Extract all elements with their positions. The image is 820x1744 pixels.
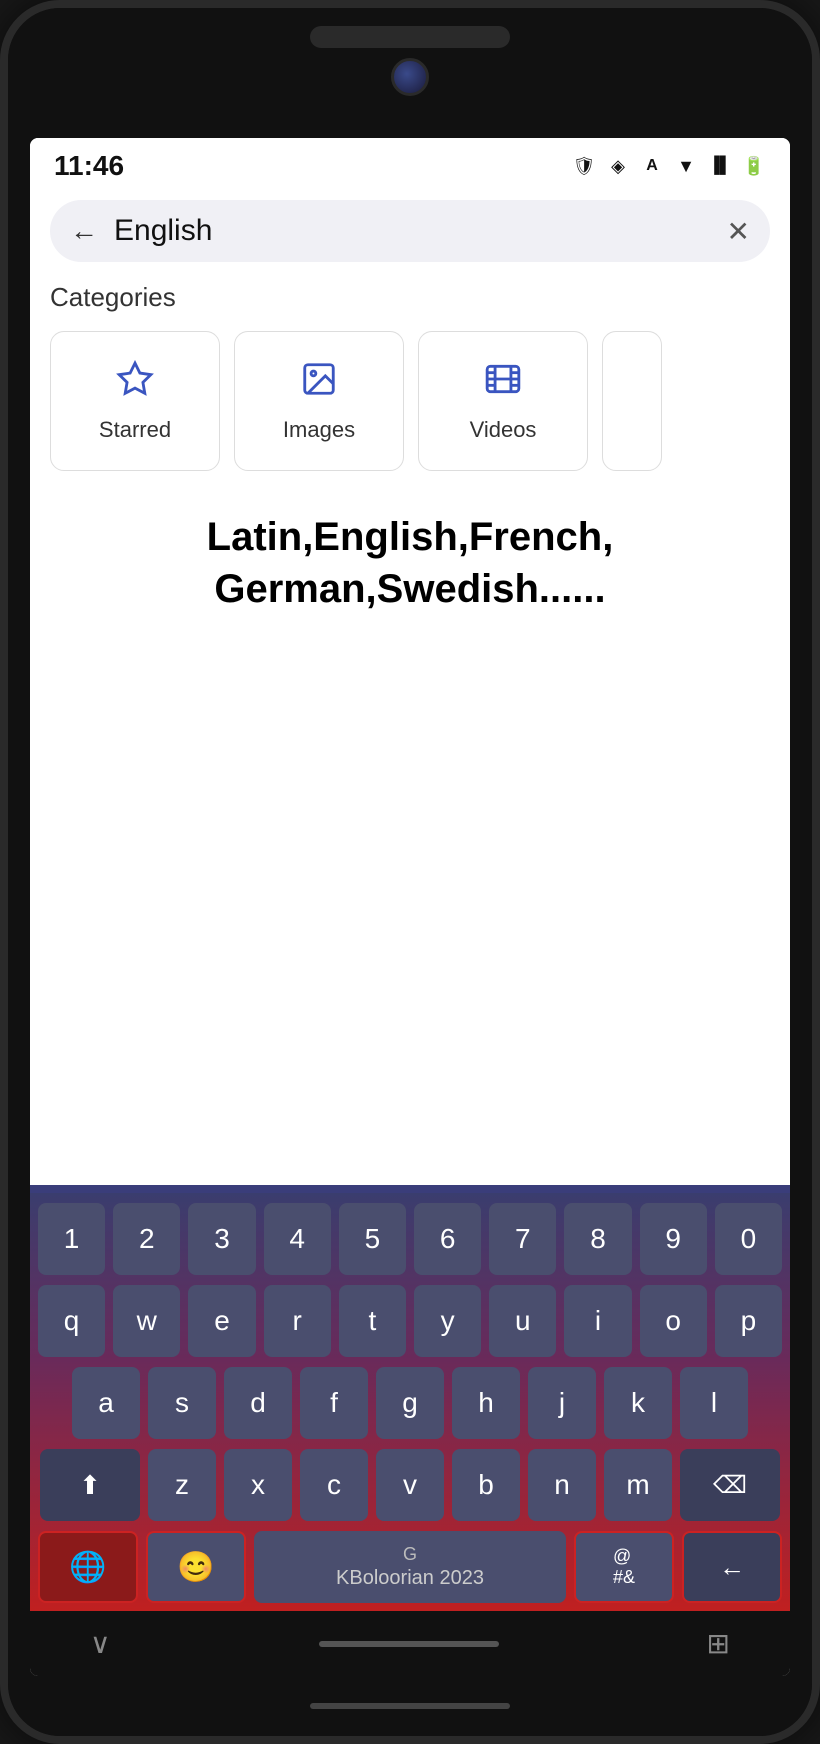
key-l[interactable]: l	[680, 1367, 748, 1439]
key-w[interactable]: w	[113, 1285, 180, 1357]
emoji-key[interactable]: 😊	[146, 1531, 246, 1603]
key-i[interactable]: i	[564, 1285, 631, 1357]
battery-icon: 🔋	[742, 154, 766, 178]
key-m[interactable]: m	[604, 1449, 672, 1521]
key-q[interactable]: q	[38, 1285, 105, 1357]
key-d[interactable]: d	[224, 1367, 292, 1439]
category-starred[interactable]: Starred	[50, 331, 220, 471]
backspace-key[interactable]: ⌫	[680, 1449, 780, 1521]
number-row: 1 2 3 4 5 6 7 8 9 0	[38, 1203, 782, 1275]
key-z[interactable]: z	[148, 1449, 216, 1521]
key-7[interactable]: 7	[489, 1203, 556, 1275]
key-j[interactable]: j	[528, 1367, 596, 1439]
clear-button[interactable]: ✕	[727, 215, 750, 248]
key-t[interactable]: t	[339, 1285, 406, 1357]
key-3[interactable]: 3	[188, 1203, 255, 1275]
back-button[interactable]: ←	[70, 215, 98, 247]
key-0[interactable]: 0	[715, 1203, 782, 1275]
camera	[391, 58, 429, 96]
key-h[interactable]: h	[452, 1367, 520, 1439]
key-6[interactable]: 6	[414, 1203, 481, 1275]
phone-screen: 11:46 🛡 ◈ A ▼ ▐▌ 🔋 ← English ✕ Categorie…	[30, 138, 790, 1676]
camera-area	[391, 58, 429, 96]
key-f[interactable]: f	[300, 1367, 368, 1439]
key-r[interactable]: r	[264, 1285, 331, 1357]
key-g[interactable]: g	[376, 1367, 444, 1439]
star-icon	[116, 360, 154, 407]
a-row: a s d f g h j k l	[38, 1367, 782, 1439]
key-c[interactable]: c	[300, 1449, 368, 1521]
key-4[interactable]: 4	[264, 1203, 331, 1275]
globe-key[interactable]: 🌐	[38, 1531, 138, 1603]
category-images-label: Images	[283, 417, 355, 443]
key-5[interactable]: 5	[339, 1203, 406, 1275]
z-row: ⬆ z x c v b n m ⌫	[38, 1449, 782, 1521]
shield-icon: 🛡	[572, 154, 596, 178]
category-videos[interactable]: Videos	[418, 331, 588, 471]
image-icon	[300, 360, 338, 407]
key-9[interactable]: 9	[640, 1203, 707, 1275]
signal-icon: ▐▌	[708, 154, 732, 178]
key-e[interactable]: e	[188, 1285, 255, 1357]
categories-row: Starred Images	[50, 331, 770, 471]
speaker	[310, 26, 510, 48]
video-icon	[484, 360, 522, 407]
status-bar: 11:46 🛡 ◈ A ▼ ▐▌ 🔋	[30, 138, 790, 190]
search-query[interactable]: English	[114, 214, 711, 248]
enter-key[interactable]: ←	[682, 1531, 782, 1603]
shift-key[interactable]: ⬆	[40, 1449, 140, 1521]
categories-label: Categories	[50, 282, 770, 313]
location-icon: ◈	[606, 154, 630, 178]
nav-grid-icon[interactable]: ⊞	[707, 1627, 730, 1660]
key-b[interactable]: b	[452, 1449, 520, 1521]
main-content: Categories Starred	[30, 262, 790, 1185]
category-images[interactable]: Images	[234, 331, 404, 471]
keyboard-top-border	[30, 1185, 790, 1193]
keyboard: 1 2 3 4 5 6 7 8 9 0 q w e r t y u i	[30, 1193, 790, 1611]
bottom-bar	[310, 1703, 510, 1709]
status-icons: 🛡 ◈ A ▼ ▐▌ 🔋	[572, 154, 766, 178]
phone-bottom	[8, 1676, 812, 1736]
key-o[interactable]: o	[640, 1285, 707, 1357]
key-1[interactable]: 1	[38, 1203, 105, 1275]
key-a[interactable]: a	[72, 1367, 140, 1439]
key-p[interactable]: p	[715, 1285, 782, 1357]
space-text: KBoloorian 2023	[336, 1567, 484, 1590]
key-k[interactable]: k	[604, 1367, 672, 1439]
status-time: 11:46	[54, 150, 124, 182]
key-n[interactable]: n	[528, 1449, 596, 1521]
space-key[interactable]: G KBoloorian 2023	[254, 1531, 566, 1603]
key-x[interactable]: x	[224, 1449, 292, 1521]
phone-frame: 11:46 🛡 ◈ A ▼ ▐▌ 🔋 ← English ✕ Categorie…	[0, 0, 820, 1744]
languages-text: Latin,English,French,German,Swedish.....…	[50, 511, 770, 615]
key-s[interactable]: s	[148, 1367, 216, 1439]
key-u[interactable]: u	[489, 1285, 556, 1357]
category-partial	[602, 331, 662, 471]
symbols-key[interactable]: @#&	[574, 1531, 674, 1603]
nav-chevron[interactable]: ∨	[90, 1627, 111, 1660]
key-y[interactable]: y	[414, 1285, 481, 1357]
category-starred-label: Starred	[99, 417, 171, 443]
q-row: q w e r t y u i o p	[38, 1285, 782, 1357]
bottom-row: 🌐 😊 G KBoloorian 2023 @#& ←	[38, 1531, 782, 1603]
search-bar: ← English ✕	[50, 200, 770, 262]
key-8[interactable]: 8	[564, 1203, 631, 1275]
category-videos-label: Videos	[470, 417, 537, 443]
key-v[interactable]: v	[376, 1449, 444, 1521]
text-icon: A	[640, 154, 664, 178]
nav-home-indicator	[319, 1641, 499, 1647]
phone-top-bar	[8, 8, 812, 138]
key-2[interactable]: 2	[113, 1203, 180, 1275]
space-logo: G	[403, 1544, 417, 1565]
nav-bar: ∨ ⊞	[30, 1611, 790, 1676]
wifi-icon: ▼	[674, 154, 698, 178]
